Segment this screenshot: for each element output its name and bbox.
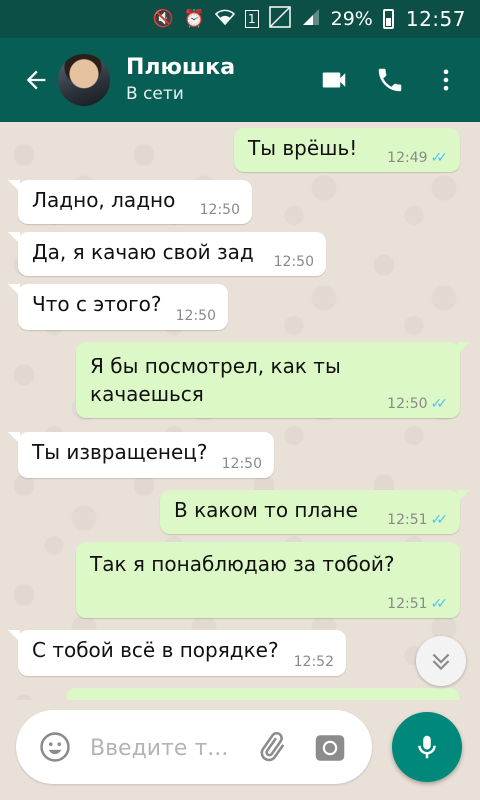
phone-icon (378, 68, 402, 92)
voice-message-button[interactable] (392, 712, 462, 782)
message-time: 12:49 (387, 150, 428, 166)
more-vert-icon (443, 69, 449, 91)
signal-icon (301, 7, 321, 32)
message-input[interactable] (88, 728, 262, 768)
emoji-icon (40, 732, 70, 762)
message-bubble[interactable]: Ты врёшь! 12:49 ✓✓ (234, 128, 460, 172)
message-bubble[interactable]: Ладно, ладно 12:50 (8, 180, 252, 224)
status-bar: 🔇 ⏰ 1 29% 12:57 (0, 0, 480, 38)
message-time: 12:50 (273, 254, 314, 270)
message-bubble-partial (66, 688, 460, 700)
contact-name: Плюшка (126, 55, 236, 80)
message-bubble[interactable]: Что с этого? 12:50 (8, 284, 228, 330)
no-signal-icon (268, 5, 291, 33)
contact-info[interactable]: Плюшка В сети (126, 54, 306, 106)
video-call-button[interactable] (306, 52, 362, 108)
message-time: 12:51 (387, 512, 428, 528)
message-time: 12:51 (387, 596, 428, 612)
read-ticks-icon: ✓✓ (430, 512, 449, 528)
mute-icon: 🔇 (152, 9, 174, 29)
voice-call-button[interactable] (362, 52, 418, 108)
read-ticks-icon: ✓✓ (430, 396, 449, 412)
video-call-icon (322, 72, 346, 88)
contact-status: В сети (126, 84, 184, 104)
message-time: 12:50 (175, 308, 216, 324)
camera-button[interactable] (312, 730, 348, 766)
battery-icon (382, 9, 394, 29)
message-time: 12:50 (199, 202, 240, 218)
wifi-icon (214, 8, 236, 31)
read-ticks-icon: ✓✓ (430, 596, 449, 612)
message-time: 12:52 (293, 654, 334, 670)
paperclip-icon (260, 731, 285, 762)
battery-percent: 29% (330, 8, 373, 30)
camera-icon (315, 735, 345, 761)
menu-button[interactable] (418, 52, 474, 108)
chat-header: Плюшка В сети (0, 38, 480, 122)
composer-bar (0, 700, 480, 800)
sim-indicator: 1 (244, 10, 259, 28)
arrow-left-icon (26, 70, 46, 90)
read-ticks-icon: ✓✓ (430, 150, 449, 166)
alarm-icon: ⏰ (183, 9, 205, 29)
status-time: 12:57 (405, 7, 466, 31)
message-time: 12:50 (221, 456, 262, 472)
scroll-to-bottom-button[interactable] (416, 636, 466, 686)
attach-button[interactable] (254, 730, 290, 766)
message-list[interactable]: Ты врёшь! 12:49 ✓✓ Ладно, ладно 12:50 Да,… (0, 122, 480, 700)
message-composer (16, 710, 372, 784)
message-time: 12:50 (387, 396, 428, 412)
message-bubble[interactable]: Ты извращенец? 12:50 (8, 432, 274, 478)
message-bubble[interactable]: Я бы посмотрел, как ты качаешься 12:50 ✓✓ (76, 342, 470, 418)
microphone-icon (418, 735, 436, 759)
double-chevron-down-icon (432, 653, 450, 671)
message-bubble[interactable]: Так я понаблюдаю за тобой? 12:51 ✓✓ (76, 542, 460, 618)
contact-avatar[interactable] (58, 54, 110, 106)
message-bubble[interactable]: Да, я качаю свой зад 12:50 (8, 232, 326, 276)
back-button[interactable] (14, 58, 58, 102)
message-bubble[interactable]: С тобой всё в порядке? 12:52 (8, 630, 346, 676)
emoji-button[interactable] (38, 730, 72, 764)
message-bubble[interactable]: В каком то плане 12:51 ✓✓ (160, 490, 470, 534)
